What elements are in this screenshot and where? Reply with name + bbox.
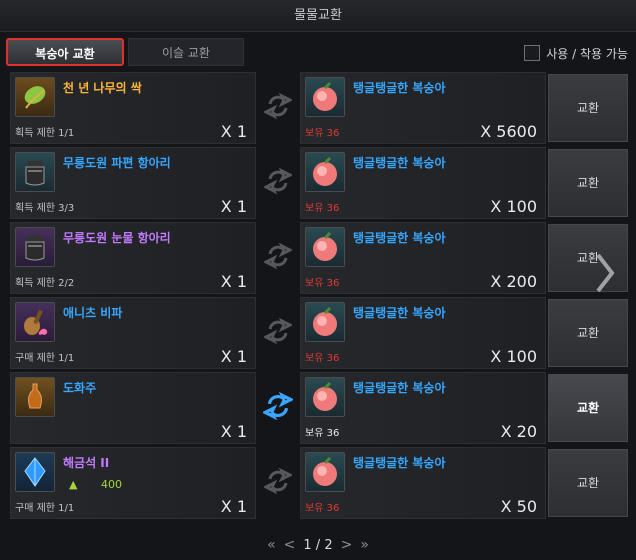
get-qty: X 100 [490,347,537,366]
jar-icon [15,152,55,192]
wine-bottle-icon [15,377,55,417]
get-qty: X 200 [490,272,537,291]
peach-icon [305,377,345,417]
owned-count: 보유 36 [305,503,340,514]
exchange-row: 천 년 나무의 싹 획득 제한 1/1 X 1 탱글탱글한 복숭아 보유 36 … [10,72,630,144]
swap-icon [262,90,294,122]
get-item-name: 탱글탱글한 복숭아 [353,381,446,395]
sprout-icon [15,77,55,117]
get-item-card[interactable]: 탱글탱글한 복숭아 보유 36 X 100 [300,297,546,369]
crystal-icon [15,452,55,492]
next-page-button[interactable]: > [341,537,353,553]
get-item-card[interactable]: 탱글탱글한 복숭아 보유 36 X 100 [300,147,546,219]
exchange-row: 애니츠 비파 구매 제한 1/1 X 1 탱글탱글한 복숭아 보유 36 X 1… [10,297,630,369]
tab-bar: 복숭아 교환 이슬 교환 사용 / 착용 가능 [0,34,636,70]
exchange-button[interactable]: 교환 [548,449,628,517]
give-qty: X 1 [220,422,247,441]
give-item-card[interactable]: 도화주 X 1 [10,372,256,444]
give-item-name: 애니츠 비파 [63,306,123,320]
give-limit: 구매 제한 1/1 [15,503,75,514]
give-qty: X 1 [220,497,247,516]
swap-icon [262,465,294,497]
last-page-button[interactable]: » [360,537,369,553]
get-item-card[interactable]: 탱글탱글한 복숭아 보유 36 X 5600 [300,72,546,144]
swap-icon [262,315,294,347]
peach-icon [305,452,345,492]
give-item-card[interactable]: 무릉도원 파편 항아리 획득 제한 3/3 X 1 [10,147,256,219]
tab-dew-exchange[interactable]: 이슬 교환 [128,38,244,66]
give-qty: X 1 [220,272,247,291]
get-item-card[interactable]: 탱글탱글한 복숭아 보유 36 X 50 [300,447,546,519]
give-item-card[interactable]: 무릉도원 눈물 항아리 획득 제한 2/2 X 1 [10,222,256,294]
exchange-row: 해금석 II ▲ 400 구매 제한 1/1 X 1 탱글탱글한 복숭아 보유 … [10,447,630,519]
tab-peach-exchange[interactable]: 복숭아 교환 [6,38,124,66]
owned-count: 보유 36 [305,353,340,364]
give-limit: 구매 제한 1/1 [15,353,75,364]
give-limit: 획득 제한 3/3 [15,203,75,214]
get-qty: X 50 [500,497,537,516]
give-qty: X 1 [220,122,247,141]
exchange-row: 무릉도원 파편 항아리 획득 제한 3/3 X 1 탱글탱글한 복숭아 보유 3… [10,147,630,219]
exchange-button[interactable]: 교환 [548,149,628,217]
get-qty: X 5600 [480,122,537,141]
get-item-name: 탱글탱글한 복숭아 [353,81,446,95]
get-item-name: 탱글탱글한 복숭아 [353,456,446,470]
get-qty: X 100 [490,197,537,216]
give-item-card[interactable]: 애니츠 비파 구매 제한 1/1 X 1 [10,297,256,369]
exchange-button[interactable]: 교환 [548,74,628,142]
get-item-name: 탱글탱글한 복숭아 [353,156,446,170]
swap-icon [262,165,294,197]
window-title: 물물교환 [0,0,636,32]
give-item-card[interactable]: 천 년 나무의 싹 획득 제한 1/1 X 1 [10,72,256,144]
give-item-card[interactable]: 해금석 II ▲ 400 구매 제한 1/1 X 1 [10,447,256,519]
get-item-card[interactable]: 탱글탱글한 복숭아 보유 36 X 20 [300,372,546,444]
give-qty: X 1 [220,197,247,216]
usable-label: 사용 / 착용 가능 [546,46,628,61]
swap-icon [262,390,294,422]
get-item-card[interactable]: 탱글탱글한 복숭아 보유 36 X 200 [300,222,546,294]
level-icon: ▲ [69,478,78,491]
exchange-row: 도화주 X 1 탱글탱글한 복숭아 보유 36 X 20 교환 [10,372,630,444]
peach-icon [305,77,345,117]
give-limit: 획득 제한 1/1 [15,128,75,139]
give-item-name: 무릉도원 파편 항아리 [63,156,171,170]
peach-icon [305,227,345,267]
level-value: 400 [101,478,122,491]
get-qty: X 20 [500,422,537,441]
usable-checkbox[interactable] [524,45,541,61]
give-item-name: 무릉도원 눈물 항아리 [63,231,171,245]
get-item-name: 탱글탱글한 복숭아 [353,306,446,320]
owned-count: 보유 36 [305,128,340,139]
page-indicator: 1 / 2 [303,537,333,553]
owned-count: 보유 36 [305,278,340,289]
lute-icon [15,302,55,342]
exchange-row: 무릉도원 눈물 항아리 획득 제한 2/2 X 1 탱글탱글한 복숭아 보유 3… [10,222,630,294]
swap-icon [262,240,294,272]
owned-count: 보유 36 [305,428,340,439]
give-item-name: 도화주 [63,381,97,395]
peach-icon [305,152,345,192]
first-page-button[interactable]: « [267,537,276,553]
give-qty: X 1 [220,347,247,366]
jar-icon [15,227,55,267]
owned-count: 보유 36 [305,203,340,214]
next-page-arrow-icon[interactable] [590,248,620,298]
give-item-name: 해금석 II [63,456,110,470]
get-item-name: 탱글탱글한 복숭아 [353,231,446,245]
give-limit: 획득 제한 2/2 [15,278,75,289]
pager: « < 1 / 2 > » [0,530,636,560]
peach-icon [305,302,345,342]
prev-page-button[interactable]: < [284,537,296,553]
usable-filter[interactable]: 사용 / 착용 가능 [524,44,628,62]
exchange-button[interactable]: 교환 [548,374,628,442]
exchange-button[interactable]: 교환 [548,299,628,367]
give-item-name: 천 년 나무의 싹 [63,81,142,95]
